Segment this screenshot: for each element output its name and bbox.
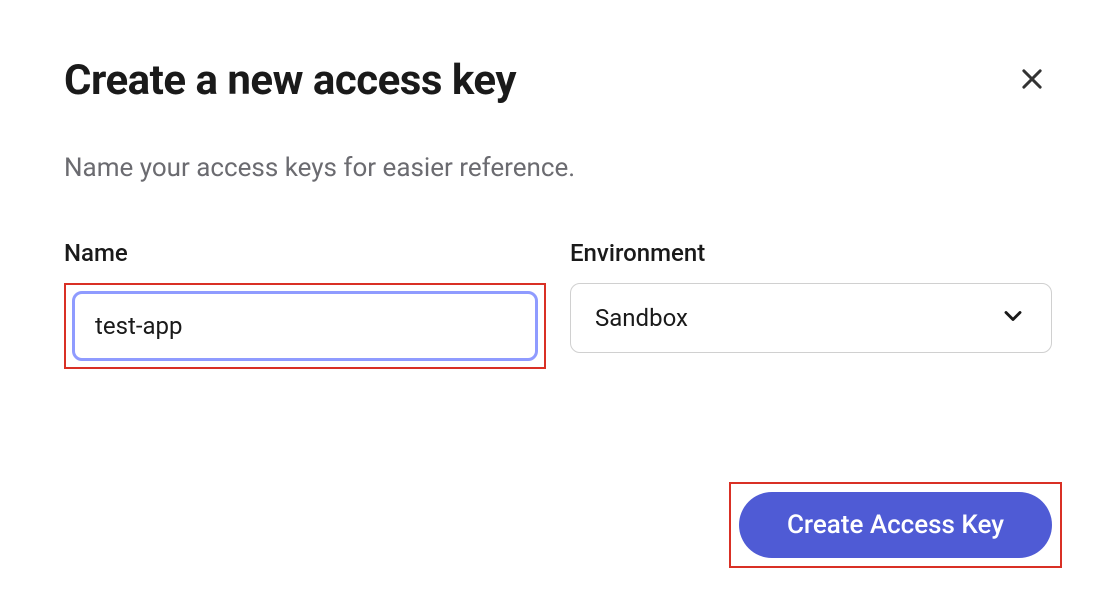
create-access-key-modal: Create a new access key Name your access… xyxy=(0,0,1116,610)
environment-select[interactable]: Sandbox xyxy=(570,283,1052,353)
create-access-key-button[interactable]: Create Access Key xyxy=(739,492,1052,558)
environment-label: Environment xyxy=(570,239,1052,267)
modal-title: Create a new access key xyxy=(64,56,1052,105)
modal-subtitle: Name your access keys for easier referen… xyxy=(64,153,1052,183)
form-row: Name Environment Sandbox xyxy=(64,239,1052,369)
close-icon xyxy=(1018,65,1046,96)
close-button[interactable] xyxy=(1012,60,1052,100)
environment-selected-value: Sandbox xyxy=(595,304,688,332)
chevron-down-icon xyxy=(999,302,1027,334)
modal-actions: Create Access Key xyxy=(729,482,1062,568)
environment-field-group: Environment Sandbox xyxy=(570,239,1052,369)
name-input[interactable] xyxy=(72,291,538,361)
create-button-highlight: Create Access Key xyxy=(729,482,1062,568)
name-field-group: Name xyxy=(64,239,546,369)
name-highlight xyxy=(64,283,546,369)
name-label: Name xyxy=(64,239,546,267)
